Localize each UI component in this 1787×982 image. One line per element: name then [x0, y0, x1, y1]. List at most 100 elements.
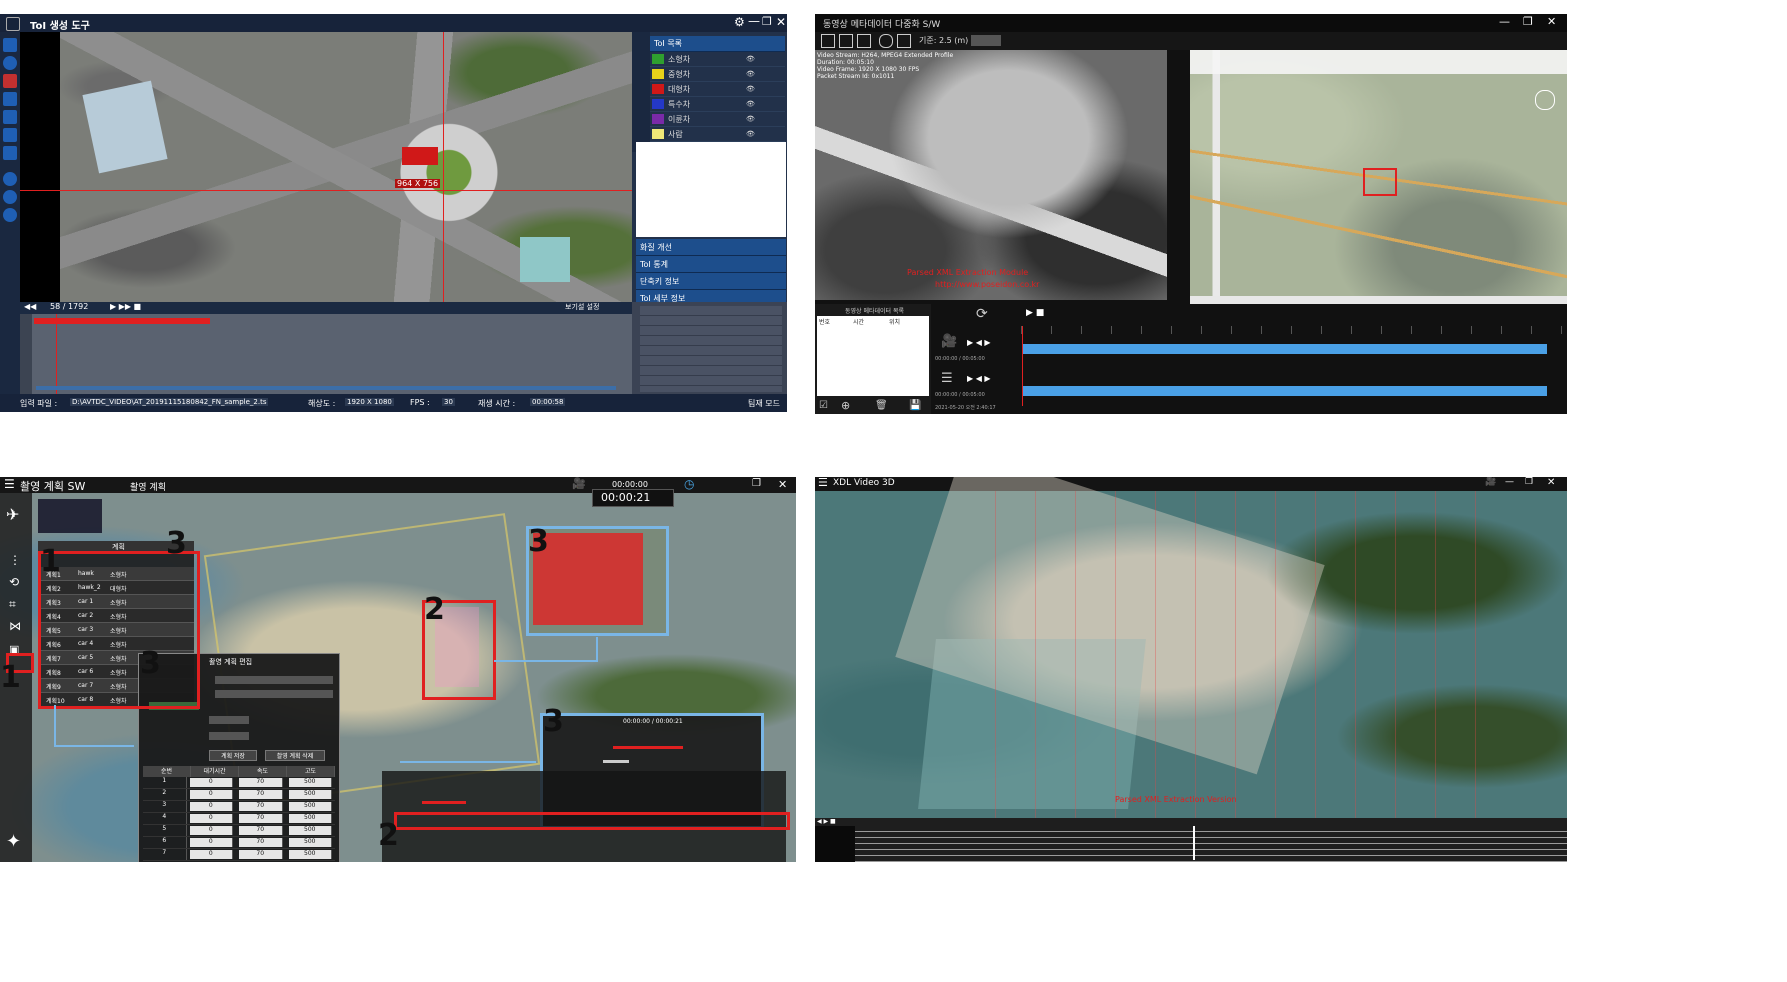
waypoint-row[interactable]: 5 0 70 500	[143, 825, 335, 837]
toi-list-item[interactable]: 대형차 👁	[650, 82, 785, 97]
waypoint-cell[interactable]: 70	[239, 838, 283, 847]
waypoint-row[interactable]: 6 0 70 500	[143, 837, 335, 849]
popup-field[interactable]	[215, 690, 333, 698]
layer-tool-icon[interactable]	[3, 110, 17, 124]
waypoint-cell[interactable]: 0	[189, 778, 233, 787]
waypoint-cell[interactable]: 70	[239, 790, 283, 799]
metadata-list[interactable]: 번호 시간 위치	[817, 316, 929, 396]
data-track-bar[interactable]	[1023, 386, 1547, 396]
visibility-eye-icon[interactable]: 👁	[746, 70, 755, 78]
visibility-eye-icon[interactable]: 👁	[746, 115, 755, 123]
select-tool-icon[interactable]	[3, 56, 17, 70]
waypoint-cell[interactable]: 500	[288, 802, 332, 811]
open-file-icon[interactable]	[821, 34, 835, 48]
waypoint-cell[interactable]: 0	[189, 790, 233, 799]
close-icon[interactable]: ✕	[1547, 15, 1556, 28]
close-icon[interactable]: ✕	[776, 15, 786, 29]
waypoint-cell[interactable]: 500	[288, 838, 332, 847]
move-tool-icon[interactable]	[3, 92, 17, 106]
toi-list-item[interactable]: 사람 👁	[650, 127, 785, 142]
side-section-header[interactable]: 단축키 정보	[636, 273, 786, 290]
waypoint-cell[interactable]: 70	[239, 814, 283, 823]
waypoint-cell[interactable]: 500	[288, 850, 332, 859]
playhead[interactable]	[56, 314, 57, 394]
grid-tool-icon[interactable]	[3, 38, 17, 52]
clock-icon[interactable]: ◷	[684, 477, 694, 491]
target-marker[interactable]	[1363, 168, 1397, 196]
track-marker[interactable]	[1193, 826, 1195, 860]
minimize-icon[interactable]: —	[1505, 477, 1514, 487]
waypoint-row[interactable]: 4 0 70 500	[143, 813, 335, 825]
timeline-scrollbar[interactable]	[36, 386, 616, 390]
toi-list-item[interactable]: 중형차 👁	[650, 67, 785, 82]
popup-field[interactable]	[209, 732, 249, 740]
waypoint-row[interactable]: 3 0 70 500	[143, 801, 335, 813]
waypoint-cell[interactable]: 70	[239, 826, 283, 835]
video-track-controls[interactable]: ▶ ◀ ▶	[967, 338, 991, 347]
popup-field[interactable]	[215, 676, 333, 684]
plan-delete-button[interactable]: 촬영 계획 삭제	[265, 750, 325, 761]
drone-icon[interactable]: ✈	[6, 505, 19, 524]
sync-icon[interactable]: ⟳	[976, 306, 988, 322]
timeline-popup-track[interactable]	[603, 760, 629, 763]
restore-icon[interactable]: ❐	[752, 478, 761, 489]
visibility-eye-icon[interactable]: 👁	[746, 85, 755, 93]
waypoint-cell[interactable]: 500	[288, 790, 332, 799]
refresh-icon[interactable]	[3, 208, 17, 222]
restore-icon[interactable]: ❐	[1525, 477, 1533, 487]
video-track-bar[interactable]	[1023, 344, 1547, 354]
waypoint-cell[interactable]: 0	[189, 814, 233, 823]
minimize-icon[interactable]: —	[1499, 15, 1510, 28]
settings-icon[interactable]: ⚙	[734, 15, 745, 29]
waypoint-row[interactable]: 7 0 70 500	[143, 849, 335, 861]
box-tool-icon[interactable]	[3, 74, 17, 88]
waypoint-cell[interactable]: 0	[189, 850, 233, 859]
zoom-in-icon[interactable]	[3, 172, 17, 186]
close-icon[interactable]: ✕	[1547, 477, 1555, 488]
play-controls-icon[interactable]: ▶ ▶▶ ■	[110, 302, 141, 311]
popup-field[interactable]	[209, 716, 249, 724]
timeline-popup-track[interactable]	[613, 746, 683, 749]
timeline-playhead[interactable]	[1022, 326, 1023, 406]
copy-tool-icon[interactable]	[3, 128, 17, 142]
waypoint-cell[interactable]: 0	[189, 826, 233, 835]
check-icon[interactable]: ☑	[819, 400, 828, 411]
waypoint-row[interactable]: 1 0 70 500	[143, 777, 335, 789]
visibility-eye-icon[interactable]: 👁	[746, 130, 755, 138]
plan-save-button[interactable]: 계획 저장	[209, 750, 257, 761]
save-icon[interactable]: 💾	[909, 400, 921, 411]
waypoint-cell[interactable]: 500	[288, 814, 332, 823]
waypoint-cell[interactable]: 0	[189, 838, 233, 847]
waypoint-cell[interactable]: 70	[239, 778, 283, 787]
toi-list-item[interactable]: 소형차 👁	[650, 52, 785, 67]
visibility-eye-icon[interactable]: 👁	[746, 100, 755, 108]
minimize-icon[interactable]: —	[748, 14, 760, 28]
timeline-play-controls[interactable]: ▶ ■	[1026, 308, 1044, 318]
save-file-icon[interactable]	[839, 34, 853, 48]
3d-scene[interactable]: Parsed XML Extraction Version	[815, 477, 1567, 818]
waypoint-cell[interactable]: 70	[239, 850, 283, 859]
video-frame[interactable]: 964 X 756	[20, 32, 632, 302]
waypoint-cell[interactable]: 500	[288, 778, 332, 787]
menu-icon[interactable]: ☰	[4, 477, 15, 491]
crop-icon[interactable]: ⌗	[9, 597, 16, 612]
map-icon[interactable]	[897, 34, 911, 48]
toi-list-item[interactable]: 특수차 👁	[650, 97, 785, 112]
waypoint-cell[interactable]: 0	[189, 802, 233, 811]
map-view[interactable]	[1190, 50, 1567, 296]
menu-icon[interactable]: ☰	[818, 477, 828, 489]
play-circle-icon[interactable]	[879, 34, 893, 48]
side-section-header[interactable]: ToI 통계	[636, 256, 786, 273]
restore-icon[interactable]: ❐	[1523, 15, 1533, 28]
visibility-eye-icon[interactable]: 👁	[746, 55, 755, 63]
waypoint-row[interactable]: 2 0 70 500	[143, 789, 335, 801]
bus-bounding-box[interactable]	[402, 147, 438, 165]
export-icon[interactable]	[857, 34, 871, 48]
waypoint-cell[interactable]: 70	[239, 802, 283, 811]
camera-icon[interactable]: 🎥	[1485, 477, 1496, 487]
prev-icon[interactable]: ◀◀	[24, 302, 36, 311]
waypoint-cell[interactable]: 500	[288, 826, 332, 835]
data-track-controls[interactable]: ▶ ◀ ▶	[967, 374, 991, 383]
toi-track-bar[interactable]	[34, 318, 210, 324]
delete-icon[interactable]: 🗑	[875, 400, 888, 411]
